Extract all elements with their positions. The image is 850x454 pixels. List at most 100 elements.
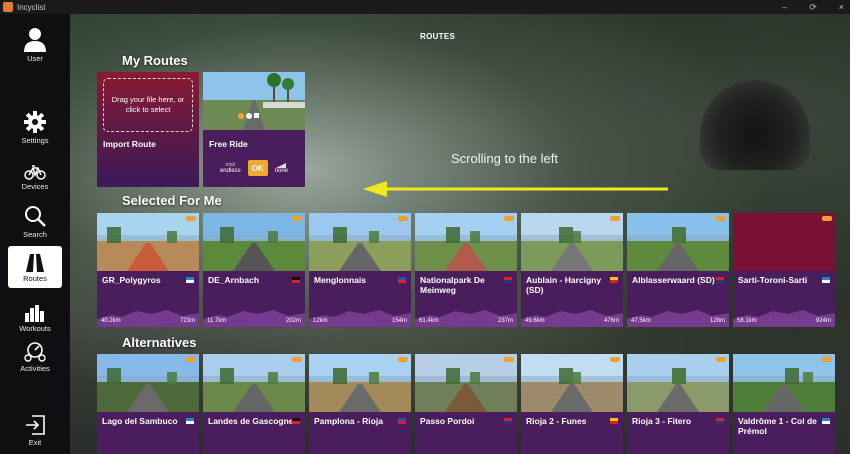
country-flag-icon xyxy=(292,418,300,424)
route-name: Alblasserwaard (SD) xyxy=(632,275,715,285)
sidebar-item-routes[interactable]: Routes xyxy=(0,246,70,288)
new-badge xyxy=(822,357,832,362)
close-button[interactable]: × xyxy=(839,2,844,12)
route-card[interactable]: Menglonnais 12km 154m xyxy=(309,213,411,327)
route-card[interactable]: Rioja 2 - Funes xyxy=(521,354,623,454)
country-flag-icon xyxy=(504,277,512,283)
route-card[interactable]: Nationalpark De Meinweg 61.4km 237m xyxy=(415,213,517,327)
route-distance: 11.7km xyxy=(207,318,227,324)
sidebar-item-exit[interactable]: Exit xyxy=(0,414,70,447)
sidebar-item-search[interactable]: Search xyxy=(0,204,70,239)
routes-active-tile: Routes xyxy=(8,246,62,288)
sidebar-item-user[interactable]: User xyxy=(0,26,70,63)
new-badge xyxy=(504,357,514,362)
route-thumbnail xyxy=(733,213,835,271)
new-badge xyxy=(398,357,408,362)
route-thumbnail xyxy=(627,213,729,271)
free-ride-label: Free Ride xyxy=(209,139,248,149)
route-thumbnail xyxy=(521,354,623,412)
route-elevation: 924m xyxy=(815,318,831,324)
route-card[interactable]: Valdrôme 1 - Col de Prémol xyxy=(733,354,835,454)
workouts-icon xyxy=(25,305,44,322)
exit-icon xyxy=(26,415,45,435)
route-distance: 49.6km xyxy=(525,318,545,324)
country-flag-icon xyxy=(716,277,724,283)
app-logo-icon xyxy=(3,2,13,12)
route-name: Pamplona - Rioja xyxy=(314,416,383,426)
route-card[interactable]: Landes de Gascogne xyxy=(203,354,305,454)
free-ride-card[interactable]: Free Ride total endless OK none xyxy=(203,72,305,187)
import-route-card[interactable]: Drag your file here, or click to select … xyxy=(97,72,199,187)
sidebar-item-workouts[interactable]: Workouts xyxy=(0,304,70,333)
route-name: Rioja 3 - Fitero xyxy=(632,416,692,426)
route-card[interactable]: Alblasserwaard (SD) 47.5km 128m xyxy=(627,213,729,327)
new-badge xyxy=(186,357,196,362)
activities-icon xyxy=(24,342,46,362)
route-thumbnail xyxy=(203,213,305,271)
free-ride-stats: total endless OK none xyxy=(203,158,305,178)
ok-button[interactable]: OK xyxy=(247,160,268,176)
route-thumbnail xyxy=(97,354,199,412)
route-card[interactable]: Lago del Sambuco xyxy=(97,354,199,454)
new-badge xyxy=(292,357,302,362)
user-icon xyxy=(24,28,46,52)
route-thumbnail xyxy=(521,213,623,271)
new-badge xyxy=(398,216,408,221)
minimize-button[interactable]: – xyxy=(782,2,787,12)
import-route-label: Import Route xyxy=(103,139,156,149)
route-distance: 40.2km xyxy=(101,318,121,324)
route-name: Aublain - Harcigny (SD) xyxy=(526,275,602,295)
route-name: DE_Arnbach xyxy=(208,275,260,285)
sidebar-item-activities[interactable]: Activities xyxy=(0,340,70,373)
country-flag-icon xyxy=(822,418,830,424)
route-card[interactable]: Pamplona - Rioja xyxy=(309,354,411,454)
route-card[interactable]: DE_Arnbach 11.7km 202m xyxy=(203,213,305,327)
route-card[interactable]: Sarti-Toroni-Sarti 58.1km 924m xyxy=(733,213,835,327)
routes-icon xyxy=(26,253,44,272)
country-flag-icon xyxy=(610,277,618,283)
country-flag-icon xyxy=(610,418,618,424)
route-card[interactable]: Aublain - Harcigny (SD) 49.6km 476m xyxy=(521,213,623,327)
route-name: GR_Polygyros xyxy=(102,275,161,285)
new-badge xyxy=(716,216,726,221)
bike-icon xyxy=(24,165,46,180)
sidebar-item-label: Search xyxy=(23,230,47,239)
country-flag-icon xyxy=(504,418,512,424)
window-title: Incyclist xyxy=(17,2,46,12)
country-flag-icon xyxy=(716,418,724,424)
route-thumbnail xyxy=(415,354,517,412)
country-flag-icon xyxy=(822,277,830,283)
route-name: Rioja 2 - Funes xyxy=(526,416,587,426)
route-distance: 58.1km xyxy=(737,318,757,324)
sidebar-item-label: User xyxy=(27,54,43,63)
route-elevation: 202m xyxy=(285,318,301,324)
route-name: Landes de Gascogne xyxy=(208,416,294,426)
route-card[interactable]: Passo Pordoi xyxy=(415,354,517,454)
route-thumbnail xyxy=(415,213,517,271)
section-title-my-routes: My Routes xyxy=(122,53,188,68)
route-name: Passo Pordoi xyxy=(420,416,475,426)
route-elevation: 154m xyxy=(391,318,407,324)
route-thumbnail xyxy=(97,213,199,271)
window-controls: – ⟳ × xyxy=(782,0,844,14)
route-card[interactable]: GR_Polygyros 40.2km 723m xyxy=(97,213,199,327)
free-ride-total-caption: total xyxy=(225,162,236,168)
route-elevation: 723m xyxy=(179,318,195,324)
section-title-selected: Selected For Me xyxy=(122,193,222,208)
country-flag-icon xyxy=(398,418,406,424)
scroll-annotation: Scrolling to the left xyxy=(451,151,558,166)
scroll-left-arrow-icon xyxy=(363,181,668,197)
route-distance: 47.5km xyxy=(631,318,651,324)
new-badge xyxy=(610,357,620,362)
sidebar-item-devices[interactable]: Devices xyxy=(0,164,70,191)
route-name: Valdrôme 1 - Col de Prémol xyxy=(738,416,817,436)
sidebar-item-settings[interactable]: Settings xyxy=(0,110,70,145)
route-name: Menglonnais xyxy=(314,275,366,285)
route-elevation: 237m xyxy=(497,318,513,324)
file-drop-zone[interactable]: Drag your file here, or click to select xyxy=(103,78,193,132)
restore-button[interactable]: ⟳ xyxy=(809,2,817,13)
new-badge xyxy=(504,216,514,221)
sidebar-item-label: Exit xyxy=(28,438,42,447)
route-distance: 61.4km xyxy=(419,318,439,324)
route-card[interactable]: Rioja 3 - Fitero xyxy=(627,354,729,454)
